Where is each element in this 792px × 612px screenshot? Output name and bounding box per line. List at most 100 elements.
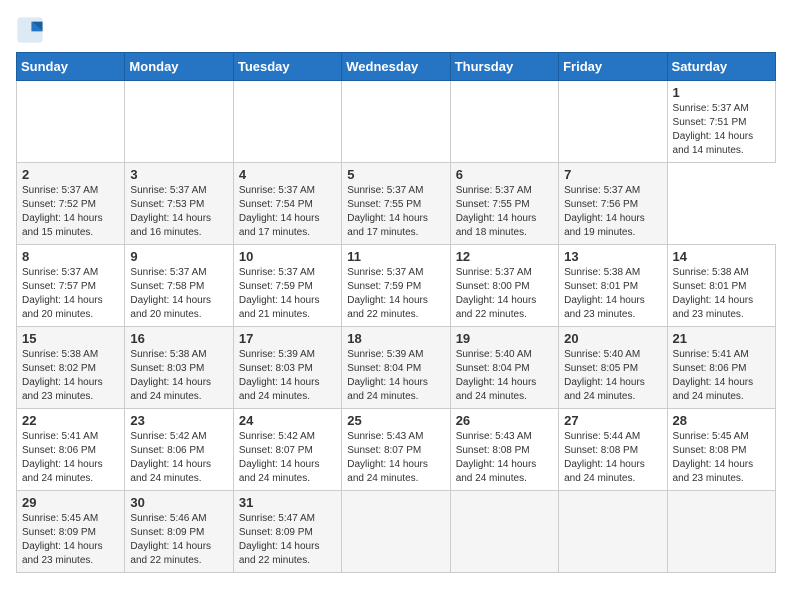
calendar-cell: 29Sunrise: 5:45 AMSunset: 8:09 PMDayligh… xyxy=(17,491,125,573)
calendar-cell: 24Sunrise: 5:42 AMSunset: 8:07 PMDayligh… xyxy=(233,409,341,491)
calendar-cell: 28Sunrise: 5:45 AMSunset: 8:08 PMDayligh… xyxy=(667,409,775,491)
day-number: 13 xyxy=(564,249,661,264)
calendar-cell: 6 Sunrise: 5:37 AMSunset: 7:55 PMDaylight… xyxy=(450,163,558,245)
calendar-cell: 18 Sunrise: 5:39 AMSunset: 8:04 PMDayligh… xyxy=(342,327,450,409)
day-info: Sunrise: 5:42 AMSunset: 8:06 PMDaylight:… xyxy=(130,430,227,486)
calendar-header-row: SundayMondayTuesdayWednesdayThursdayFrid… xyxy=(17,53,776,81)
day-info: Sunrise: 5:37 AMSunset: 7:51 PMDaylight:… xyxy=(673,102,770,158)
day-info: Sunrise: 5:43 AMSunset: 8:07 PMDaylight:… xyxy=(347,430,444,486)
calendar-cell: 14 Sunrise: 5:38 AMSunset: 8:01 PMDayligh… xyxy=(667,245,775,327)
day-info: Sunrise: 5:38 AMSunset: 8:03 PMDaylight:… xyxy=(130,348,227,404)
day-number: 29 xyxy=(22,495,119,510)
header xyxy=(16,16,776,44)
day-number: 22 xyxy=(22,413,119,428)
day-info: Sunrise: 5:37 AMSunset: 7:55 PMDaylight:… xyxy=(456,184,553,240)
calendar-week-6: 29Sunrise: 5:45 AMSunset: 8:09 PMDayligh… xyxy=(17,491,776,573)
calendar-cell: 1 Sunrise: 5:37 AMSunset: 7:51 PMDaylight… xyxy=(667,81,775,163)
calendar-cell: 17 Sunrise: 5:39 AMSunset: 8:03 PMDayligh… xyxy=(233,327,341,409)
calendar-cell: 21 Sunrise: 5:41 AMSunset: 8:06 PMDayligh… xyxy=(667,327,775,409)
day-info: Sunrise: 5:37 AMSunset: 7:53 PMDaylight:… xyxy=(130,184,227,240)
calendar-cell: 16 Sunrise: 5:38 AMSunset: 8:03 PMDayligh… xyxy=(125,327,233,409)
day-number: 20 xyxy=(564,331,661,346)
day-number: 12 xyxy=(456,249,553,264)
calendar-cell xyxy=(559,491,667,573)
calendar-week-4: 15 Sunrise: 5:38 AMSunset: 8:02 PMDayligh… xyxy=(17,327,776,409)
day-number: 27 xyxy=(564,413,661,428)
day-number: 7 xyxy=(564,167,661,182)
day-number: 31 xyxy=(239,495,336,510)
day-number: 26 xyxy=(456,413,553,428)
calendar-cell: 31 Sunrise: 5:47 AMSunset: 8:09 PMDayligh… xyxy=(233,491,341,573)
day-info: Sunrise: 5:37 AMSunset: 7:52 PMDaylight:… xyxy=(22,184,119,240)
calendar-cell xyxy=(559,81,667,163)
calendar-cell: 7 Sunrise: 5:37 AMSunset: 7:56 PMDaylight… xyxy=(559,163,667,245)
day-info: Sunrise: 5:38 AMSunset: 8:02 PMDaylight:… xyxy=(22,348,119,404)
calendar-cell: 2 Sunrise: 5:37 AMSunset: 7:52 PMDaylight… xyxy=(17,163,125,245)
day-number: 10 xyxy=(239,249,336,264)
day-number: 9 xyxy=(130,249,227,264)
day-info: Sunrise: 5:39 AMSunset: 8:04 PMDaylight:… xyxy=(347,348,444,404)
calendar-cell: 3Sunrise: 5:37 AMSunset: 7:53 PMDaylight… xyxy=(125,163,233,245)
day-number: 24 xyxy=(239,413,336,428)
calendar-cell: 25Sunrise: 5:43 AMSunset: 8:07 PMDayligh… xyxy=(342,409,450,491)
column-header-wednesday: Wednesday xyxy=(342,53,450,81)
day-number: 1 xyxy=(673,85,770,100)
day-info: Sunrise: 5:41 AMSunset: 8:06 PMDaylight:… xyxy=(22,430,119,486)
day-number: 5 xyxy=(347,167,444,182)
day-number: 18 xyxy=(347,331,444,346)
day-info: Sunrise: 5:38 AMSunset: 8:01 PMDaylight:… xyxy=(673,266,770,322)
calendar-cell: 30 Sunrise: 5:46 AMSunset: 8:09 PMDayligh… xyxy=(125,491,233,573)
day-number: 23 xyxy=(130,413,227,428)
calendar-cell xyxy=(667,491,775,573)
day-info: Sunrise: 5:37 AMSunset: 7:57 PMDaylight:… xyxy=(22,266,119,322)
calendar-cell: 12 Sunrise: 5:37 AMSunset: 8:00 PMDayligh… xyxy=(450,245,558,327)
day-number: 14 xyxy=(673,249,770,264)
day-number: 17 xyxy=(239,331,336,346)
day-info: Sunrise: 5:46 AMSunset: 8:09 PMDaylight:… xyxy=(130,512,227,568)
calendar-cell xyxy=(450,491,558,573)
calendar-cell: 27 Sunrise: 5:44 AMSunset: 8:08 PMDayligh… xyxy=(559,409,667,491)
day-info: Sunrise: 5:39 AMSunset: 8:03 PMDaylight:… xyxy=(239,348,336,404)
day-number: 11 xyxy=(347,249,444,264)
day-info: Sunrise: 5:37 AMSunset: 8:00 PMDaylight:… xyxy=(456,266,553,322)
calendar-cell: 9Sunrise: 5:37 AMSunset: 7:58 PMDaylight… xyxy=(125,245,233,327)
day-number: 6 xyxy=(456,167,553,182)
calendar-cell: 23 Sunrise: 5:42 AMSunset: 8:06 PMDayligh… xyxy=(125,409,233,491)
day-number: 15 xyxy=(22,331,119,346)
column-header-saturday: Saturday xyxy=(667,53,775,81)
day-info: Sunrise: 5:43 AMSunset: 8:08 PMDaylight:… xyxy=(456,430,553,486)
calendar-week-3: 8Sunrise: 5:37 AMSunset: 7:57 PMDaylight… xyxy=(17,245,776,327)
calendar-cell: 8Sunrise: 5:37 AMSunset: 7:57 PMDaylight… xyxy=(17,245,125,327)
column-header-sunday: Sunday xyxy=(17,53,125,81)
calendar-cell: 4 Sunrise: 5:37 AMSunset: 7:54 PMDaylight… xyxy=(233,163,341,245)
column-header-thursday: Thursday xyxy=(450,53,558,81)
calendar-cell: 13 Sunrise: 5:38 AMSunset: 8:01 PMDayligh… xyxy=(559,245,667,327)
day-number: 21 xyxy=(673,331,770,346)
day-info: Sunrise: 5:40 AMSunset: 8:04 PMDaylight:… xyxy=(456,348,553,404)
day-info: Sunrise: 5:38 AMSunset: 8:01 PMDaylight:… xyxy=(564,266,661,322)
day-info: Sunrise: 5:37 AMSunset: 7:59 PMDaylight:… xyxy=(239,266,336,322)
day-number: 4 xyxy=(239,167,336,182)
calendar-cell: 22 Sunrise: 5:41 AMSunset: 8:06 PMDayligh… xyxy=(17,409,125,491)
day-info: Sunrise: 5:37 AMSunset: 7:59 PMDaylight:… xyxy=(347,266,444,322)
day-number: 19 xyxy=(456,331,553,346)
calendar: SundayMondayTuesdayWednesdayThursdayFrid… xyxy=(16,52,776,573)
calendar-cell: 15 Sunrise: 5:38 AMSunset: 8:02 PMDayligh… xyxy=(17,327,125,409)
day-number: 30 xyxy=(130,495,227,510)
calendar-cell: 26 Sunrise: 5:43 AMSunset: 8:08 PMDayligh… xyxy=(450,409,558,491)
day-number: 2 xyxy=(22,167,119,182)
calendar-cell: 20Sunrise: 5:40 AMSunset: 8:05 PMDayligh… xyxy=(559,327,667,409)
calendar-cell xyxy=(125,81,233,163)
column-header-tuesday: Tuesday xyxy=(233,53,341,81)
day-info: Sunrise: 5:37 AMSunset: 7:56 PMDaylight:… xyxy=(564,184,661,240)
day-number: 16 xyxy=(130,331,227,346)
day-info: Sunrise: 5:44 AMSunset: 8:08 PMDaylight:… xyxy=(564,430,661,486)
calendar-week-5: 22 Sunrise: 5:41 AMSunset: 8:06 PMDayligh… xyxy=(17,409,776,491)
calendar-week-2: 2 Sunrise: 5:37 AMSunset: 7:52 PMDaylight… xyxy=(17,163,776,245)
day-info: Sunrise: 5:37 AMSunset: 7:54 PMDaylight:… xyxy=(239,184,336,240)
column-header-friday: Friday xyxy=(559,53,667,81)
calendar-cell xyxy=(17,81,125,163)
day-info: Sunrise: 5:41 AMSunset: 8:06 PMDaylight:… xyxy=(673,348,770,404)
calendar-cell: 11 Sunrise: 5:37 AMSunset: 7:59 PMDayligh… xyxy=(342,245,450,327)
day-info: Sunrise: 5:47 AMSunset: 8:09 PMDaylight:… xyxy=(239,512,336,568)
